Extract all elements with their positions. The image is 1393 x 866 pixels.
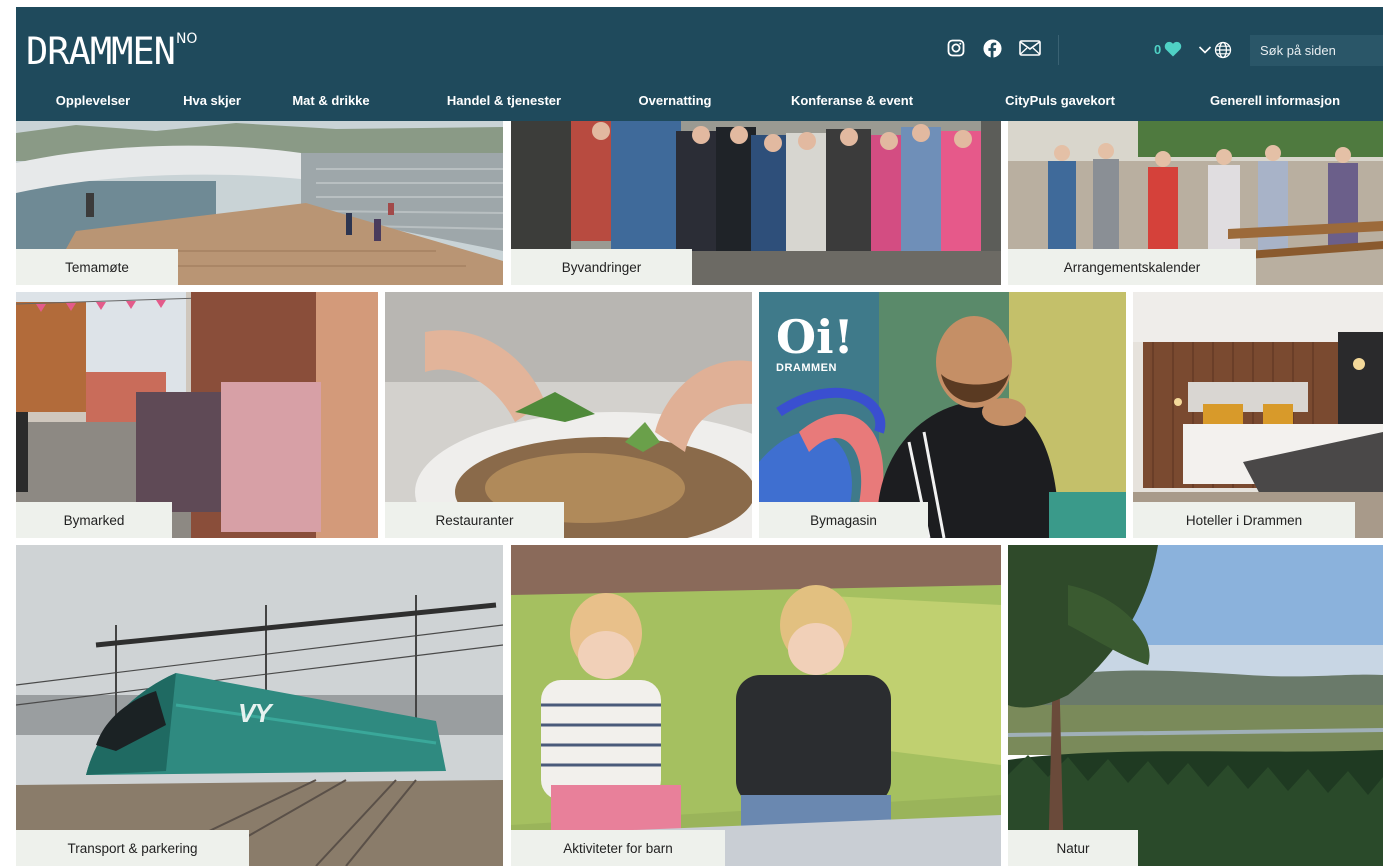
instagram-link[interactable] bbox=[944, 37, 968, 59]
logo-text: DRAMMEN bbox=[26, 30, 176, 73]
tile-restauranter[interactable]: Restauranter bbox=[385, 292, 752, 538]
nav-generell-informasjon[interactable]: Generell informasjon bbox=[1210, 93, 1340, 108]
nav-overnatting[interactable]: Overnatting bbox=[639, 93, 712, 108]
search-input[interactable] bbox=[1250, 35, 1383, 66]
nav-mat-drikke[interactable]: Mat & drikke bbox=[292, 93, 369, 108]
oi-drammen-badge: Oi! DRAMMEN bbox=[776, 314, 854, 374]
site-header: DRAMMEN NO 0 Opplevelser Hva skjer Mat &… bbox=[16, 7, 1383, 121]
logo-superscript: NO bbox=[175, 31, 198, 47]
main-navigation: Opplevelser Hva skjer Mat & drikke Hande… bbox=[16, 93, 1383, 113]
nav-konferanse-event[interactable]: Konferanse & event bbox=[791, 93, 913, 108]
tile-natur[interactable]: Natur bbox=[1008, 545, 1383, 866]
instagram-icon bbox=[947, 39, 965, 57]
email-link[interactable] bbox=[1018, 37, 1042, 59]
nav-citypuls-gavekort[interactable]: CityPuls gavekort bbox=[1005, 93, 1115, 108]
tile-label: Transport & parkering bbox=[16, 830, 249, 866]
tile-label: Natur bbox=[1008, 830, 1138, 866]
tile-hoteller[interactable]: Hoteller i Drammen bbox=[1133, 292, 1383, 538]
nature-landscape-photo bbox=[1008, 545, 1383, 866]
tile-bymarked[interactable]: Bymarked bbox=[16, 292, 378, 538]
tile-arrangementskalender[interactable]: Arrangementskalender bbox=[1008, 121, 1383, 285]
tile-label: Arrangementskalender bbox=[1008, 249, 1256, 285]
tile-label: Byvandringer bbox=[511, 249, 692, 285]
tile-label: Bymagasin bbox=[759, 502, 928, 538]
tile-label: Temamøte bbox=[16, 249, 178, 285]
tile-byvandringer[interactable]: Byvandringer bbox=[511, 121, 1001, 285]
mail-icon bbox=[1019, 40, 1041, 56]
tile-bymagasin[interactable]: Oi! DRAMMEN Bymagasin bbox=[759, 292, 1126, 538]
train-vy-logo: VY bbox=[238, 698, 272, 728]
tile-label: Bymarked bbox=[16, 502, 172, 538]
language-selector[interactable] bbox=[1198, 41, 1232, 59]
nav-handel-tjenester[interactable]: Handel & tjenester bbox=[447, 93, 561, 108]
globe-icon bbox=[1214, 41, 1232, 59]
tile-label: Restauranter bbox=[385, 502, 564, 538]
site-logo[interactable]: DRAMMEN NO bbox=[26, 31, 197, 73]
heart-icon bbox=[1165, 41, 1182, 57]
nav-hva-skjer[interactable]: Hva skjer bbox=[183, 93, 241, 108]
children-playing-photo bbox=[511, 545, 1001, 866]
favorites-count: 0 bbox=[1154, 41, 1162, 57]
favorites-button[interactable]: 0 bbox=[1154, 41, 1182, 57]
header-divider bbox=[1058, 35, 1059, 65]
facebook-link[interactable] bbox=[980, 37, 1004, 59]
tile-temamote[interactable]: Temamøte bbox=[16, 121, 503, 285]
badge-big: Oi! bbox=[776, 310, 854, 364]
facebook-icon bbox=[982, 38, 1002, 58]
tile-label: Aktiviteter for barn bbox=[511, 830, 725, 866]
chevron-down-icon bbox=[1198, 46, 1212, 54]
tile-label: Hoteller i Drammen bbox=[1133, 502, 1355, 538]
tile-aktiviteter-barn[interactable]: Aktiviteter for barn bbox=[511, 545, 1001, 866]
nav-opplevelser[interactable]: Opplevelser bbox=[56, 93, 130, 108]
